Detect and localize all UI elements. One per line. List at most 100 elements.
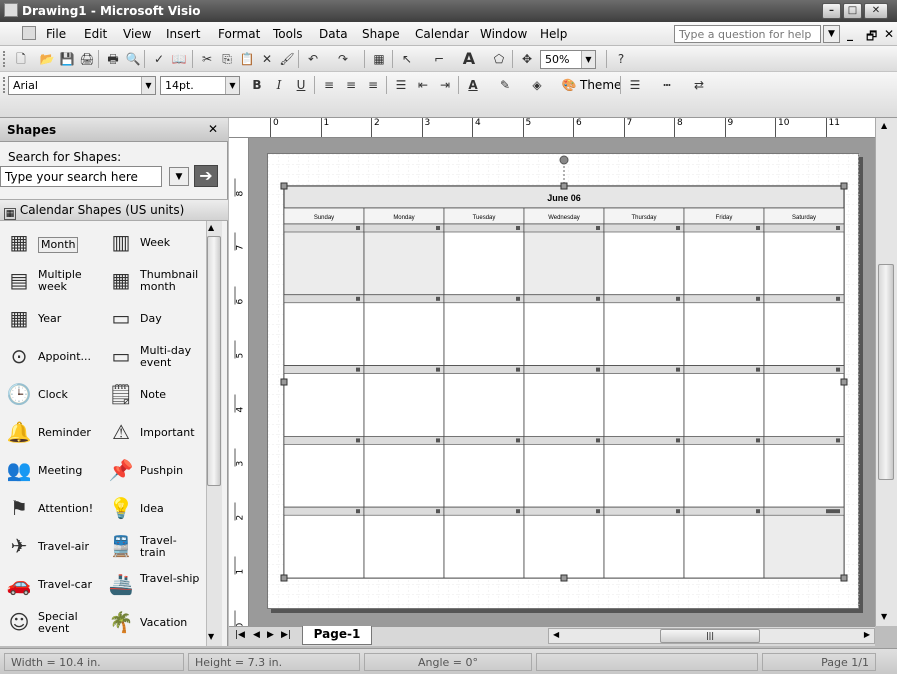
calendar-day-cell[interactable] <box>683 435 765 508</box>
calendar-day-cell[interactable] <box>363 223 445 296</box>
next-page-icon[interactable]: ▶ <box>267 630 274 640</box>
master-car[interactable]: 🚗 Travel-car <box>4 568 102 602</box>
horizontal-ruler[interactable]: 0 1 2 3 4 5 6 7 8 9 10 11 <box>229 118 875 138</box>
line-color-icon[interactable]: ✎ <box>496 77 514 93</box>
text-tool-icon[interactable]: A <box>460 51 478 67</box>
menu-format[interactable]: Format <box>218 27 260 41</box>
pan-zoom-icon[interactable]: ✥ <box>518 51 536 67</box>
master-palm-tree[interactable]: 🌴 Vacation <box>106 606 204 640</box>
calendar-day-cell[interactable] <box>763 365 845 437</box>
master-multiple-week[interactable]: ▤ Multiple week <box>4 264 102 298</box>
align-right-icon[interactable]: ≡ <box>364 77 382 93</box>
calendar-day-cell[interactable] <box>363 506 445 579</box>
master-airplane[interactable]: ✈ Travel-air <box>4 530 102 564</box>
menu-shape[interactable]: Shape <box>362 27 400 41</box>
shapes-window-icon[interactable]: ▦ <box>370 51 388 67</box>
increase-indent-icon[interactable]: ⇥ <box>436 77 454 93</box>
italic-icon[interactable]: I <box>270 77 288 93</box>
prev-page-icon[interactable]: ◀ <box>253 630 260 640</box>
maximize-icon[interactable]: □ <box>843 3 862 19</box>
master-week[interactable]: ▥ Week <box>106 226 204 260</box>
calendar-day-cell[interactable] <box>603 365 685 437</box>
calendar-day-cell[interactable] <box>443 223 525 296</box>
drawing-page[interactable]: June 06 Sunday Monday Tuesday Wednesday Thur… <box>267 153 860 610</box>
tab-page-1[interactable]: Page-1 <box>302 626 372 645</box>
research-icon[interactable]: 📖 <box>170 51 188 67</box>
last-page-icon[interactable]: ▶| <box>281 630 291 640</box>
selection-handle[interactable] <box>840 574 848 582</box>
master-day[interactable]: ▭ Day <box>106 302 204 336</box>
help-dropdown-icon[interactable]: ▼ <box>823 25 840 43</box>
menu-edit[interactable]: Edit <box>84 27 107 41</box>
calendar-day-cell[interactable] <box>363 365 445 437</box>
calendar-day-cell[interactable] <box>603 506 685 579</box>
close-icon[interactable]: ✕ <box>864 3 888 19</box>
master-train[interactable]: 🚆 Travel-train <box>106 530 204 564</box>
chevron-down-icon[interactable]: ▼ <box>581 51 595 68</box>
vertical-scroll-thumb[interactable] <box>878 264 894 480</box>
search-go-icon[interactable]: ➔ <box>194 165 218 187</box>
new-icon[interactable]: 🗋 <box>12 51 30 67</box>
calendar-day-cell[interactable] <box>283 435 365 508</box>
underline-icon[interactable]: U <box>292 77 310 93</box>
decrease-indent-icon[interactable]: ⇤ <box>414 77 432 93</box>
master-smiley[interactable]: ☺ Special event <box>4 606 102 640</box>
copy-icon[interactable]: ⎘ <box>218 51 236 67</box>
selection-handle[interactable] <box>280 182 288 190</box>
master-flag[interactable]: ⚑ Attention! <box>4 492 102 526</box>
master-appointment[interactable]: ⊙ Appoint... <box>4 340 102 374</box>
menu-data[interactable]: Data <box>319 27 348 41</box>
align-left-icon[interactable]: ≡ <box>320 77 338 93</box>
vertical-ruler[interactable]: 876543210 <box>229 138 249 629</box>
print-preview-icon[interactable]: 🔍 <box>124 51 142 67</box>
scroll-down-icon[interactable]: ▼ <box>208 632 214 641</box>
scroll-left-icon[interactable]: ◀ <box>553 630 559 639</box>
calendar-day-cell[interactable] <box>443 294 525 367</box>
toolbar-grip[interactable] <box>3 51 6 67</box>
menu-window[interactable]: Window <box>480 27 527 41</box>
selection-handle[interactable] <box>560 182 568 190</box>
scroll-up-icon[interactable]: ▲ <box>208 223 214 232</box>
calendar-day-cell[interactable] <box>603 294 685 367</box>
calendar-day-cell[interactable] <box>363 294 445 367</box>
document-icon[interactable] <box>22 26 36 40</box>
minimize-icon[interactable]: – <box>822 3 841 19</box>
cut-icon[interactable]: ✂ <box>198 51 216 67</box>
pointer-tool-icon[interactable]: ↖ <box>398 51 416 67</box>
calendar-day-cell[interactable] <box>603 435 685 508</box>
theme-label[interactable]: Theme <box>580 78 621 92</box>
delete-icon[interactable]: ✕ <box>258 51 276 67</box>
calendar-day-cell[interactable] <box>523 294 605 367</box>
menu-insert[interactable]: Insert <box>166 27 200 41</box>
calendar-day-cell[interactable] <box>363 435 445 508</box>
master-meeting[interactable]: 👥 Meeting <box>4 454 102 488</box>
calendar-day-cell[interactable] <box>283 506 365 579</box>
help-search-input[interactable]: Type a question for help <box>674 25 821 43</box>
chevron-down-icon[interactable]: ▼ <box>225 77 239 94</box>
calendar-day-cell[interactable] <box>443 506 525 579</box>
horizontal-scroll-thumb[interactable]: ||| <box>660 629 760 643</box>
calendar-day-cell[interactable] <box>763 435 845 508</box>
connector-tool-icon[interactable]: ⌐ <box>430 51 448 67</box>
master-clock[interactable]: 🕒 Clock <box>4 378 102 412</box>
doc-close-icon[interactable]: ✕ <box>884 27 894 41</box>
master-thumbnail-month[interactable]: ▦ Thumbnail month <box>106 264 204 298</box>
menu-tools[interactable]: Tools <box>273 27 303 41</box>
calendar-month-shape[interactable]: June 06 Sunday Monday Tuesday Wednesday Thur… <box>268 154 860 610</box>
calendar-day-cell[interactable] <box>683 223 765 296</box>
spelling-icon[interactable]: ✓ <box>150 51 168 67</box>
selection-handle[interactable] <box>560 574 568 582</box>
calendar-day-cell[interactable] <box>523 435 605 508</box>
close-icon[interactable]: ✕ <box>208 122 218 136</box>
search-input[interactable]: Type your search here <box>0 166 162 187</box>
doc-minimize-icon[interactable]: _ <box>847 27 853 41</box>
calendar-day-cell[interactable] <box>763 506 845 579</box>
selection-handle[interactable] <box>280 574 288 582</box>
master-note[interactable]: 🗒 Note <box>106 378 204 412</box>
calendar-day-cell[interactable] <box>603 223 685 296</box>
calendar-day-cell[interactable] <box>443 435 525 508</box>
drawing-tools-icon[interactable]: ⬠ <box>490 51 508 67</box>
calendar-day-cell[interactable] <box>283 294 365 367</box>
visio-app-icon[interactable] <box>4 3 18 17</box>
selection-handle[interactable] <box>840 182 848 190</box>
